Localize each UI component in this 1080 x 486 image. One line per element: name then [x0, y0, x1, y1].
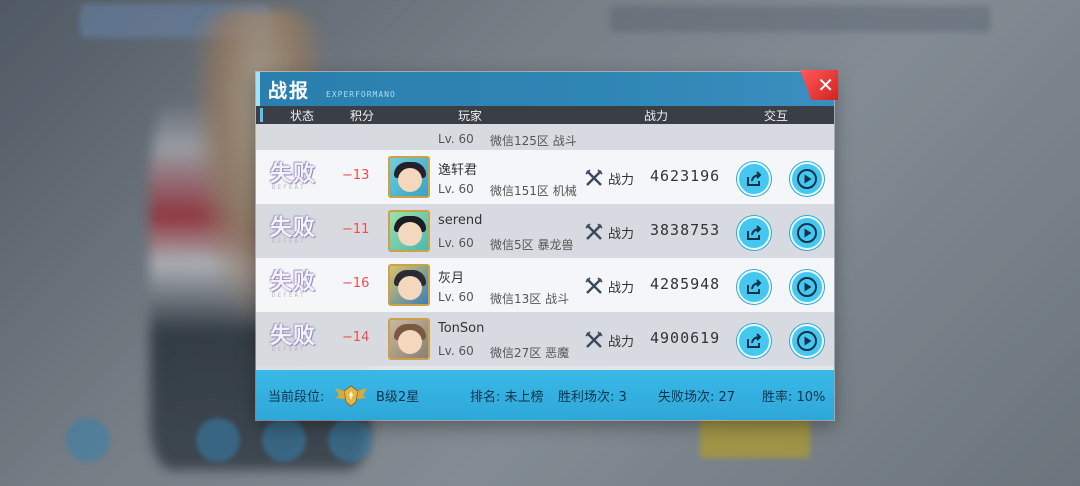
- battle-list[interactable]: Lv. 60 微信125区 战斗 失败 DEFEAT −13 逸轩君 Lv. 6…: [256, 124, 834, 370]
- score-change: −16: [342, 276, 370, 291]
- power-label: 战力: [608, 173, 635, 188]
- header-player: 玩家: [458, 109, 483, 123]
- share-button[interactable]: [737, 324, 771, 358]
- header-separator: [260, 108, 263, 122]
- list-item: 失败 DEFEAT −14 TonSon Lv. 60 微信27区 恶魔 战力 …: [256, 312, 834, 366]
- replay-button[interactable]: [790, 216, 824, 250]
- player-server: 微信13区 战斗: [490, 292, 570, 306]
- rank-value: B级2星: [376, 390, 420, 405]
- header-status: 状态: [290, 109, 315, 123]
- stats-footer: 当前段位: B级2星 排名: 未上榜 胜利场次: 3 失败场次: 27 胜率: …: [256, 370, 834, 420]
- replay-button[interactable]: [790, 270, 824, 304]
- player-server: 微信151区 机械: [490, 184, 577, 198]
- dialog-title: 战报: [268, 80, 311, 102]
- header-score: 积分: [350, 109, 375, 123]
- avatar: [388, 156, 430, 198]
- crossed-swords-icon: [585, 331, 603, 348]
- crossed-swords-icon: [585, 223, 603, 240]
- player-level: Lv. 60: [438, 344, 474, 358]
- share-button[interactable]: [737, 270, 771, 304]
- player-level: Lv. 60: [438, 236, 474, 250]
- player-name: serend: [438, 213, 483, 228]
- avatar-face: [398, 330, 422, 354]
- status-sub: DEFEAT: [272, 184, 306, 191]
- share-icon: [747, 171, 762, 186]
- table-header: 状态 积分 玩家 战力 交互: [256, 106, 834, 124]
- power-value: 3838753: [650, 221, 721, 239]
- score-change: −11: [342, 222, 370, 237]
- player-server: 微信125区 战斗: [490, 134, 577, 148]
- crossed-swords-icon: [585, 277, 603, 294]
- replay-button[interactable]: [790, 324, 824, 358]
- share-icon: [747, 333, 762, 348]
- list-item: 失败 DEFEAT −13 逸轩君 Lv. 60 微信151区 机械 战力 46…: [256, 150, 834, 204]
- player-server: 微信27区 恶魔: [490, 346, 570, 360]
- power-label: 战力: [608, 281, 635, 296]
- avatar-face: [398, 222, 422, 246]
- player-name: 灰月: [438, 271, 465, 286]
- avatar-face: [398, 168, 422, 192]
- power-value: 4285948: [650, 275, 721, 293]
- power-value: 4623196: [650, 167, 721, 185]
- score-change: −13: [342, 168, 370, 183]
- player-name: 逸轩君: [438, 163, 478, 178]
- share-button[interactable]: [737, 162, 771, 196]
- dialog-title-bar: 战报 EXPERFORMANO: [256, 72, 834, 106]
- rank-wings-emblem-icon: [335, 385, 367, 407]
- player-server: 微信5区 暴龙兽: [490, 238, 574, 252]
- avatar-face: [398, 276, 422, 300]
- score-change: −14: [342, 330, 370, 345]
- player-level: Lv. 60: [438, 132, 474, 146]
- rank-label: 当前段位:: [268, 390, 325, 405]
- status-sub: DEFEAT: [272, 292, 306, 299]
- win-rate: 胜率: 10%: [762, 390, 826, 405]
- crossed-swords-icon: [585, 169, 603, 186]
- dialog-subtitle: EXPERFORMANO: [326, 90, 396, 99]
- power-label: 战力: [608, 335, 635, 350]
- avatar: [388, 210, 430, 252]
- ranking: 排名: 未上榜: [470, 390, 544, 405]
- share-button[interactable]: [737, 216, 771, 250]
- player-level: Lv. 60: [438, 290, 474, 304]
- header-interact: 交互: [764, 109, 789, 123]
- share-icon: [747, 225, 762, 240]
- player-name: TonSon: [438, 321, 485, 336]
- replay-button[interactable]: [790, 162, 824, 196]
- loss-count: 失败场次: 27: [658, 390, 736, 405]
- status-sub: DEFEAT: [272, 238, 306, 245]
- status-sub: DEFEAT: [272, 346, 306, 353]
- avatar: [388, 264, 430, 306]
- list-item: 失败 DEFEAT −16 灰月 Lv. 60 微信13区 战斗 战力 4285…: [256, 258, 834, 312]
- list-item-partial: Lv. 60 微信125区 战斗: [256, 124, 834, 150]
- power-value: 4900619: [650, 329, 721, 347]
- power-label: 战力: [608, 227, 635, 242]
- play-replay-icon: [797, 169, 817, 189]
- win-count: 胜利场次: 3: [558, 390, 627, 405]
- player-level: Lv. 60: [438, 182, 474, 196]
- share-icon: [747, 279, 762, 294]
- header-power: 战力: [644, 109, 669, 123]
- battle-report-dialog: 战报 EXPERFORMANO ✕ 状态 积分 玩家 战力 交互 Lv. 60 …: [256, 70, 838, 420]
- play-replay-icon: [797, 223, 817, 243]
- play-replay-icon: [797, 277, 817, 297]
- avatar: [388, 318, 430, 360]
- close-icon: ✕: [817, 73, 834, 97]
- play-replay-icon: [797, 331, 817, 351]
- list-item: 失败 DEFEAT −11 serend Lv. 60 微信5区 暴龙兽 战力 …: [256, 204, 834, 258]
